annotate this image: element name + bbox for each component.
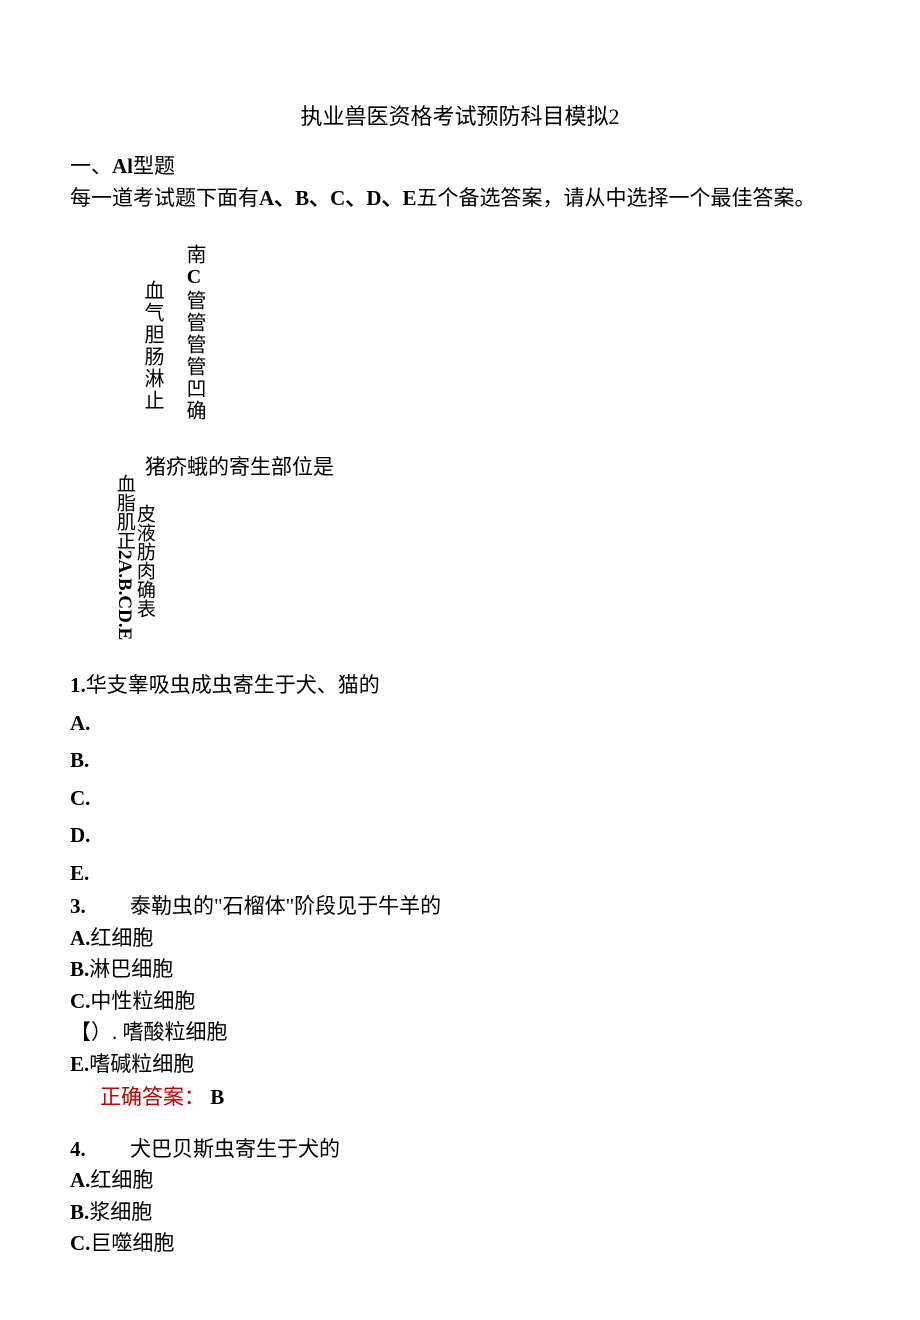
q3-opt-a: A.红细胞 [70,923,850,955]
q4-opt-c: C.巨噬细胞 [70,1228,850,1260]
q4-opt-a-text: 红细胞 [90,1168,153,1192]
q3-opt-a-text: 红细胞 [90,926,153,950]
q1-opt-b: B. [70,745,850,777]
q1-opt-d: D. [70,820,850,852]
q3-opt-d-text: 嗜酸粒细胞 [123,1020,228,1044]
q4-num: 4. [70,1134,130,1166]
section-prefix: 一、 [70,154,112,178]
q1-opt-a: A. [70,708,850,740]
vert2-left-b: 2A.B.CD.E [114,550,135,640]
q3-opt-e: E.嗜碱粒细胞 [70,1049,850,1081]
vert1-col-left: 血气胆肠淋止 [140,244,164,412]
instructions-letters: A、B、C、D、E [259,186,417,210]
instructions: 每一道考试题下面有A、B、C、D、E五个备选答案，请从中选择一个最佳答案。 [70,183,850,215]
q1-text: 华支睾吸虫成虫寄生于犬、猫的 [86,673,380,697]
q1: 1.华支睾吸虫成虫寄生于犬、猫的 [70,670,850,702]
vertical-text-block-1: 血气胆肠淋止 南C管管管管凹确 [140,244,850,422]
q3-opt-c: C.中性粒细胞 [70,986,850,1018]
instructions-part-a: 每一道考试题下面有 [70,186,259,210]
document-title: 执业兽医资格考试预防科目模拟2 [70,100,850,133]
q4-opt-b: B.浆细胞 [70,1197,850,1229]
q4-opt-b-text: 浆细胞 [89,1200,152,1224]
vert2-col-left: 血脂肌正2A.B.CD.E [113,474,134,640]
vert2-left-a: 血脂肌正 [114,474,135,550]
q2-text: 猪疥蛾的寄生部位是 [145,452,334,484]
vert1-right-top: 南 [183,244,205,266]
vert1-right-mid: 管管管管凹确 [183,290,205,422]
q3-answer-letter: B [210,1085,224,1109]
q4-opt-c-text: 巨噬细胞 [90,1231,174,1255]
q3-opt-c-text: 中性粒细胞 [90,989,195,1013]
vertical-text-block-2: 猪疥蛾的寄生部位是 血脂肌正2A.B.CD.E 皮液肪肉确表 [95,452,850,662]
q3: 3.泰勒虫的"石榴体"阶段见于牛羊的 [70,891,850,923]
q3-answer-label: 正确答案： [100,1085,205,1109]
section-heading: 一、Al型题 [70,151,850,183]
vert1-col-right: 南C管管管管凹确 [182,244,206,422]
q3-opt-b: B.淋巴细胞 [70,954,850,986]
q4-text: 犬巴贝斯虫寄生于犬的 [130,1137,340,1161]
vert2-col-right: 皮液肪肉确表 [133,504,154,618]
q3-opt-d-prefix: 【）. [70,1020,117,1044]
q3-opt-e-text: 嗜碱粒细胞 [89,1052,194,1076]
q1-opt-e: E. [70,858,850,890]
q3-num: 3. [70,891,130,923]
q3-text: 泰勒虫的"石榴体"阶段见于牛羊的 [130,894,441,918]
q3-answer: 正确答案： B [100,1082,850,1114]
vert1-right-bold: C [183,266,205,290]
q1-num: 1. [70,673,86,697]
section-type-code: Al [112,154,133,178]
q4: 4.犬巴贝斯虫寄生于犬的 [70,1134,850,1166]
section-suffix: 型题 [133,154,175,178]
q4-opt-a: A.红细胞 [70,1165,850,1197]
instructions-part-b: 五个备选答案，请从中选择一个最佳答案。 [417,186,816,210]
q3-opt-d: 【）. 嗜酸粒细胞 [70,1017,850,1049]
q1-opt-c: C. [70,783,850,815]
q3-opt-b-text: 淋巴细胞 [89,957,173,981]
